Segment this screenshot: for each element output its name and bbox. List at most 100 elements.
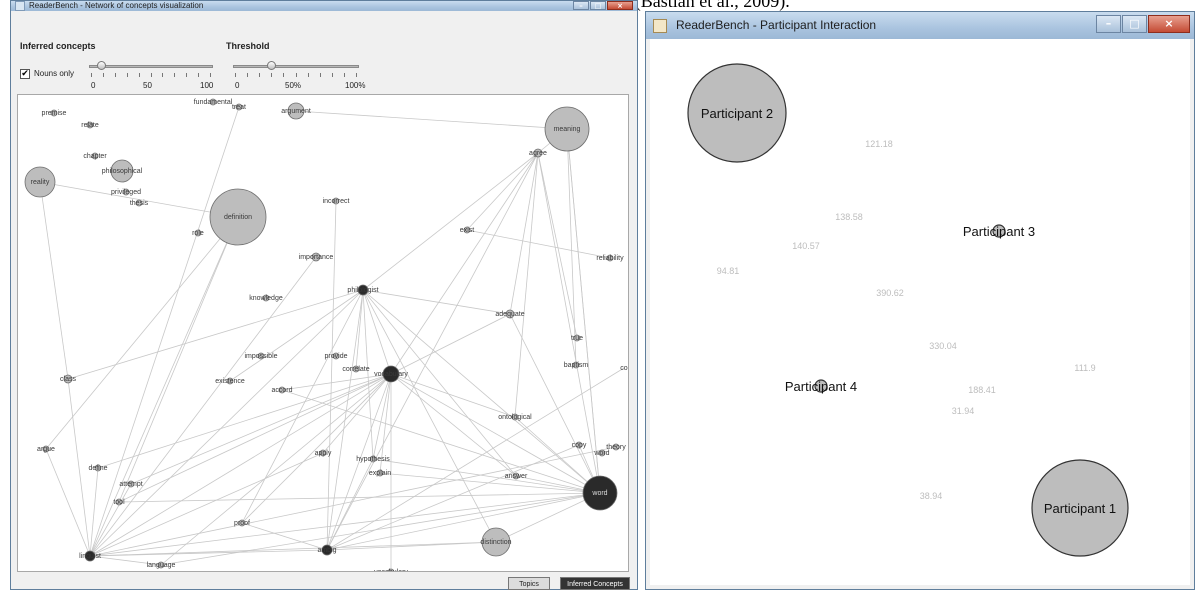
slider-tick — [150, 73, 152, 77]
concept-node-co[interactable]: co — [620, 365, 628, 372]
concept-node-argument[interactable]: argument — [281, 102, 311, 120]
concept-node-word[interactable]: word — [593, 449, 610, 457]
threshold-tick-0: 0 — [235, 81, 240, 90]
concept-node-attempt[interactable]: attempt — [119, 480, 143, 488]
concept-node-correlate[interactable]: correlate — [342, 365, 370, 373]
concept-node-relate[interactable]: relate — [81, 121, 99, 129]
concept-node-label: language — [147, 562, 176, 569]
nouns-only-label: Nouns only — [34, 69, 75, 78]
slider-tick — [198, 73, 200, 77]
inferred-concepts-slider-thumb[interactable] — [97, 61, 107, 70]
concept-node-label: vocabulary — [374, 371, 408, 378]
minimize-button[interactable]: – — [1096, 15, 1121, 33]
nouns-only-checkbox[interactable]: ✔ — [20, 69, 30, 79]
concept-node-copy[interactable]: copy — [572, 441, 587, 449]
concept-node-philosophical[interactable]: philosophical — [102, 159, 143, 183]
network-edge — [241, 289, 364, 524]
concept-node-ambig[interactable]: ambig — [317, 544, 337, 556]
maximize-button[interactable]: □ — [1122, 15, 1147, 33]
inferred-concepts-label: Inferred concepts — [20, 41, 96, 51]
concept-network-graph[interactable]: premise relate chapter philosophical privile… — [17, 94, 629, 572]
concept-node-label: copy — [572, 442, 587, 449]
concept-node-answer[interactable]: answer — [505, 472, 528, 480]
concept-node-definition[interactable]: definition — [209, 188, 267, 246]
participant-node-p3[interactable]: Participant 3 — [963, 224, 1035, 239]
topics-tab[interactable]: Topics — [508, 577, 550, 590]
participant-label: Participant 1 — [1044, 501, 1116, 516]
network-edge — [118, 492, 601, 503]
concept-node-philologist[interactable]: philologist — [347, 284, 379, 296]
network-edge — [130, 373, 392, 485]
concept-node-hypothesis[interactable]: hypothesis — [356, 455, 390, 463]
concept-node-agree[interactable]: agree — [529, 148, 547, 158]
concept-node-adequate[interactable]: adequate — [495, 309, 525, 319]
concept-node-proof[interactable]: proof — [234, 519, 250, 527]
edge-weight-label: 121.18 — [865, 139, 893, 149]
concept-node-word2[interactable]: word — [582, 475, 618, 511]
concept-node-accord[interactable]: accord — [271, 386, 293, 394]
minimize-button[interactable]: – — [573, 1, 589, 10]
concept-node-incorrect[interactable]: incorrect — [323, 197, 350, 205]
threshold-slider-thumb[interactable] — [266, 61, 276, 70]
concept-node-language[interactable]: language — [147, 561, 176, 569]
concept-node-reliability[interactable]: reliability — [596, 254, 624, 262]
concept-node-vocabulary2[interactable]: vocabulary — [374, 568, 408, 572]
concept-node-apply[interactable]: apply — [315, 449, 332, 457]
concept-node-label: apply — [315, 450, 332, 457]
threshold-slider[interactable] — [233, 65, 359, 68]
concept-node-label: tool — [113, 499, 125, 506]
concept-node-premise[interactable]: premise — [42, 109, 67, 117]
concept-node-distinction[interactable]: distinction — [480, 527, 512, 557]
slider-tick — [259, 73, 261, 77]
concept-node-knowledge[interactable]: knowledge — [249, 294, 283, 302]
concept-node-exist[interactable]: exist — [460, 226, 474, 234]
concept-node-ontological[interactable]: ontological — [498, 413, 532, 421]
concept-node-argue[interactable]: argue — [37, 445, 55, 453]
participant-label: Participant 3 — [963, 224, 1035, 239]
concept-node-chapter[interactable]: chapter — [83, 152, 107, 160]
inferred-concepts-tab[interactable]: Inferred Concepts — [560, 577, 630, 590]
concept-node-class[interactable]: class — [60, 374, 76, 384]
concept-node-existence[interactable]: existence — [215, 377, 245, 385]
edge-weight-label: 94.81 — [717, 266, 740, 276]
concept-node-tool[interactable]: tool — [113, 498, 125, 506]
concept-node-privileged[interactable]: privileged — [111, 188, 141, 196]
concept-node-provide[interactable]: provide — [325, 352, 348, 360]
concept-node-treat[interactable]: treat — [232, 103, 246, 111]
concept-node-label: reality — [31, 179, 50, 186]
concept-node-explain[interactable]: explain — [369, 469, 391, 477]
concept-node-label: role — [192, 230, 204, 237]
concept-node-meaning[interactable]: meaning — [544, 106, 590, 152]
network-window-titlebar[interactable]: ReaderBench - Network of concepts visual… — [11, 1, 637, 11]
network-edge — [362, 289, 517, 477]
network-edge — [379, 472, 601, 494]
concept-node-define[interactable]: define — [88, 464, 108, 472]
concept-node-impossible[interactable]: impossible — [244, 352, 278, 360]
concept-node-theory[interactable]: theory — [606, 443, 626, 451]
network-edge — [390, 152, 539, 375]
network-edge — [295, 110, 568, 130]
concept-node-thesis[interactable]: thesis — [130, 199, 149, 207]
concept-node-label: explain — [369, 470, 391, 477]
network-edge — [89, 216, 239, 557]
concept-node-true[interactable]: true — [571, 334, 583, 342]
participant-graph-area[interactable]: Participant 2 Participant 3 Participant 4 P… — [650, 39, 1190, 585]
concept-node-role[interactable]: role — [192, 229, 204, 237]
participant-node-p4[interactable]: Participant 4 — [785, 379, 857, 394]
network-edge — [45, 216, 239, 450]
interaction-window-titlebar[interactable]: ReaderBench - Participant Interaction – … — [646, 12, 1194, 39]
concept-node-fundamental[interactable]: fundamental — [194, 98, 233, 106]
concept-node-reality[interactable]: reality — [24, 166, 56, 198]
maximize-button[interactable]: □ — [590, 1, 606, 10]
network-edge — [89, 373, 392, 557]
participant-node-p1[interactable]: Participant 1 — [1031, 459, 1129, 557]
inferred-concepts-slider[interactable] — [89, 65, 213, 68]
participant-node-p2[interactable]: Participant 2 — [687, 63, 787, 163]
slider-tick — [210, 73, 211, 77]
concept-node-label: distinction — [480, 539, 511, 546]
concept-node-baptism[interactable]: baptism — [564, 361, 589, 369]
close-button[interactable]: × — [1148, 15, 1190, 33]
concept-node-linguist[interactable]: linguist — [79, 550, 101, 562]
close-button[interactable]: × — [607, 1, 633, 10]
concept-node-importance[interactable]: importance — [299, 252, 334, 262]
